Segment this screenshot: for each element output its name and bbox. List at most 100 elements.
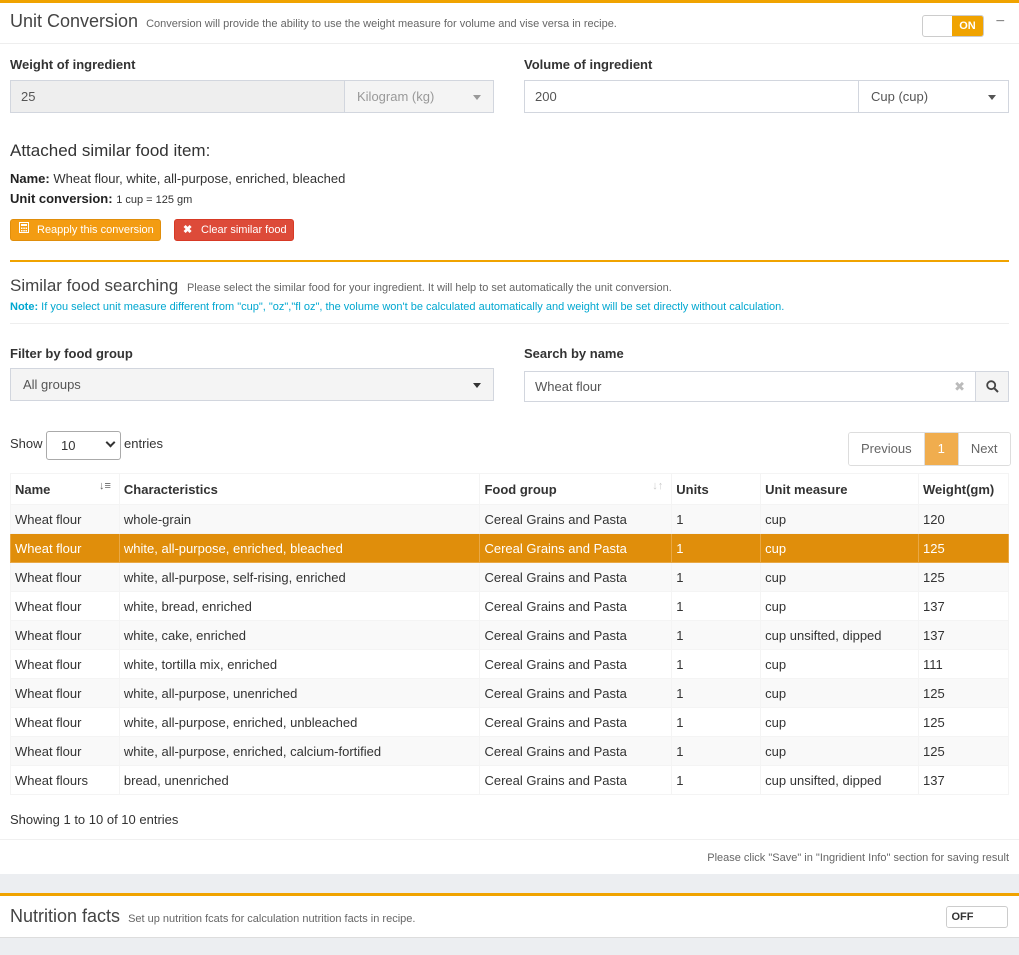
- weight-unit-value: Kilogram (kg): [357, 89, 435, 104]
- page-1-button[interactable]: 1: [923, 433, 958, 465]
- table-cell: white, all-purpose, enriched, calcium-fo…: [118, 736, 481, 766]
- previous-page-button[interactable]: Previous: [849, 433, 924, 465]
- table-cell: 111: [918, 649, 1009, 679]
- search-input[interactable]: Wheat flour ✖: [524, 371, 976, 402]
- clear-similar-food-button[interactable]: ✖ Clear similar food: [174, 219, 294, 241]
- table-cell: 125: [918, 562, 1009, 592]
- column-header-label: Weight(gm): [923, 481, 995, 497]
- toggle-on-label: ON: [952, 16, 983, 36]
- table-row[interactable]: Wheat flour white, cake, enriched Cereal G…: [10, 620, 1009, 650]
- unit-conversion-header: Unit Conversion Conversion will provide …: [0, 3, 1019, 44]
- column-header-name[interactable]: Name ↓≡: [10, 473, 120, 505]
- table-cell: cup: [760, 504, 919, 534]
- column-header-label: Characteristics: [123, 481, 218, 497]
- volume-label: Volume of ingredient: [524, 57, 653, 72]
- search-icon: [986, 380, 999, 393]
- weight-unit-select[interactable]: Kilogram (kg): [344, 80, 494, 113]
- table-cell: cup: [760, 591, 919, 621]
- nutrition-facts-title-text: Nutrition facts: [10, 906, 121, 926]
- table-cell: 1: [671, 707, 762, 737]
- table-row[interactable]: Wheat flour white, all-purpose, enriched,…: [10, 736, 1009, 766]
- table-cell: 137: [918, 591, 1009, 621]
- nutrition-facts-title: Nutrition facts Set up nutrition fcats f…: [10, 906, 415, 927]
- table-cell: cup unsifted, dipped: [760, 765, 919, 795]
- filter-label: Filter by food group: [10, 346, 133, 361]
- table-cell: 1: [671, 533, 762, 563]
- attached-heading: Attached similar food item:: [10, 141, 211, 160]
- reapply-conversion-button[interactable]: Reapply this conversion: [10, 219, 161, 241]
- unit-conversion-toggle[interactable]: ON: [922, 15, 984, 37]
- table-cell: Wheat flours: [10, 765, 120, 795]
- column-header-unit-measure[interactable]: Unit measure: [760, 473, 919, 505]
- table-cell: 1: [671, 765, 762, 795]
- table-cell: Wheat flour: [10, 562, 120, 592]
- times-icon: ✖: [183, 224, 193, 236]
- table-row[interactable]: Wheat flour whole-grain Cereal Grains and …: [10, 504, 1009, 534]
- clear-similar-food-label: Clear similar food: [201, 224, 287, 236]
- similar-food-note: Note: If you select unit measure differe…: [10, 301, 784, 313]
- weight-input[interactable]: 25: [10, 80, 345, 113]
- attached-conversion-line: Unit conversion: 1 cup = 125 gm: [10, 191, 192, 206]
- column-header-food-group[interactable]: Food group ↓↑: [479, 473, 673, 505]
- clear-search-icon[interactable]: ✖: [954, 372, 965, 401]
- note-text: If you select unit measure different fro…: [41, 301, 785, 313]
- page-length-select[interactable]: 10: [46, 431, 121, 460]
- table-cell: Cereal Grains and Pasta: [479, 765, 673, 795]
- search-button[interactable]: [975, 371, 1009, 402]
- similar-food-table: Name ↓≡ Characteristics Food group ↓↑ Un…: [10, 473, 1009, 795]
- table-cell: white, tortilla mix, enriched: [118, 649, 481, 679]
- table-row[interactable]: Wheat flour white, tortilla mix, enriched…: [10, 649, 1009, 679]
- table-cell: 1: [671, 620, 762, 650]
- next-page-button[interactable]: Next: [957, 433, 1010, 465]
- volume-unit-select[interactable]: Cup (cup): [858, 80, 1009, 113]
- table-cell: Cereal Grains and Pasta: [479, 562, 673, 592]
- food-group-select[interactable]: All groups: [10, 368, 494, 401]
- similar-food-title: Similar food searching Please select the…: [10, 276, 672, 296]
- unit-conversion-subtitle: Conversion will provide the ability to u…: [146, 18, 617, 30]
- table-cell: 125: [918, 707, 1009, 737]
- table-cell: Cereal Grains and Pasta: [479, 504, 673, 534]
- column-header-characteristics[interactable]: Characteristics: [118, 473, 481, 505]
- chevron-down-icon: [105, 437, 116, 448]
- column-header-weight[interactable]: Weight(gm): [918, 473, 1009, 505]
- nutrition-facts-panel: Nutrition facts Set up nutrition fcats f…: [0, 893, 1019, 938]
- sort-icon: ↓↑: [652, 480, 664, 492]
- column-header-label: Unit measure: [765, 481, 848, 497]
- nutrition-facts-toggle[interactable]: OFF: [946, 906, 1008, 928]
- column-header-label: Food group: [484, 481, 557, 497]
- table-cell: Wheat flour: [10, 736, 120, 766]
- table-cell: white, all-purpose, enriched, unbleached: [118, 707, 481, 737]
- table-row[interactable]: Wheat flour white, all-purpose, unenriche…: [10, 678, 1009, 708]
- section-divider: [10, 260, 1009, 262]
- column-header-units[interactable]: Units: [671, 473, 762, 505]
- table-cell: 1: [671, 562, 762, 592]
- volume-input[interactable]: 200: [524, 80, 859, 113]
- chevron-down-icon: [988, 95, 996, 100]
- toggle-off-label: OFF: [947, 907, 978, 927]
- table-row[interactable]: Wheat flour white, bread, enriched Cereal …: [10, 591, 1009, 621]
- calculator-icon: [19, 220, 29, 240]
- table-cell: Wheat flour: [10, 620, 120, 650]
- table-info: Showing 1 to 10 of 10 entries: [10, 812, 179, 827]
- unit-conversion-title-text: Unit Conversion: [10, 11, 139, 31]
- collapse-icon[interactable]: −: [996, 14, 1005, 30]
- table-cell: 125: [918, 736, 1009, 766]
- attached-name-line: Name: Wheat flour, white, all-purpose, e…: [10, 171, 345, 186]
- table-row[interactable]: Wheat flour white, all-purpose, enriched,…: [10, 707, 1009, 737]
- unit-conversion-title: Unit Conversion Conversion will provide …: [10, 11, 617, 32]
- table-cell: Cereal Grains and Pasta: [479, 678, 673, 708]
- unit-conversion-panel: Unit Conversion Conversion will provide …: [0, 0, 1019, 874]
- table-cell: 125: [918, 533, 1009, 563]
- table-cell: Wheat flour: [10, 504, 120, 534]
- table-row[interactable]: Wheat flour white, all-purpose, enriched,…: [10, 533, 1009, 563]
- table-cell: 1: [671, 678, 762, 708]
- table-row[interactable]: Wheat flours bread, unenriched Cereal Grai…: [10, 765, 1009, 795]
- table-cell: bread, unenriched: [118, 765, 481, 795]
- table-cell: 1: [671, 591, 762, 621]
- table-cell: 137: [918, 765, 1009, 795]
- table-cell: Wheat flour: [10, 678, 120, 708]
- search-group: Wheat flour ✖: [524, 371, 1009, 402]
- table-cell: whole-grain: [118, 504, 481, 534]
- chevron-down-icon: [473, 95, 481, 100]
- table-row[interactable]: Wheat flour white, all-purpose, self-risi…: [10, 562, 1009, 592]
